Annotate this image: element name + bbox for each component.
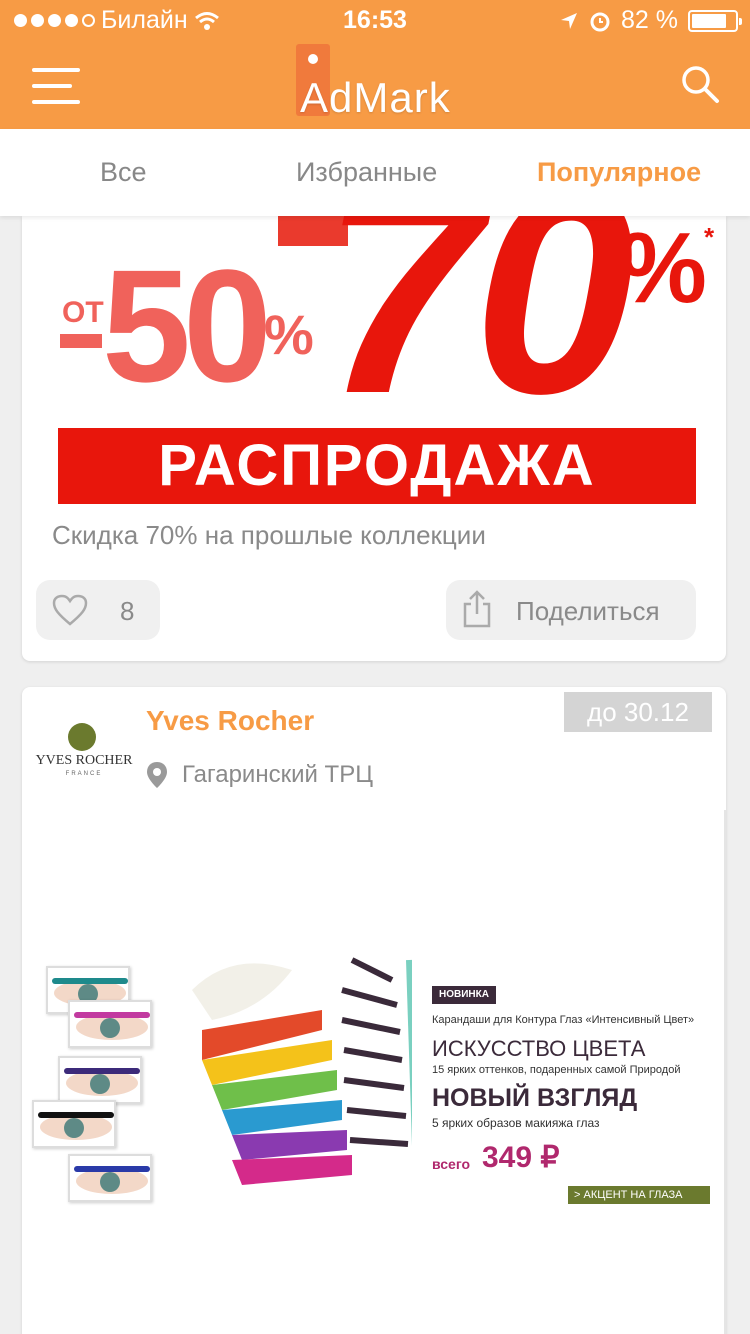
location-arrow-icon: [561, 12, 578, 29]
eye-makeup-image: [58, 1056, 142, 1104]
app-logo-text: AdMark: [300, 74, 451, 121]
like-count: 8: [120, 596, 135, 626]
tab-popular[interactable]: Популярное: [537, 157, 701, 188]
eye-makeup-image: [68, 1154, 152, 1202]
eye-makeup-image: [68, 1000, 152, 1048]
price-value: 349 ₽: [482, 1141, 560, 1174]
menu-icon[interactable]: [32, 68, 80, 104]
sale-banner: РАСПРОДАЖА: [58, 428, 696, 504]
brand-logo[interactable]: YVES ROCHER FRANCE: [32, 715, 136, 785]
new-product-badge: НОВИНКА: [432, 986, 496, 1004]
sale-big-percent: %: [618, 216, 707, 324]
post-caption: Скидка 70% на прошлые коллекции: [52, 520, 486, 550]
store-location[interactable]: Гагаринский ТРЦ: [182, 761, 373, 789]
brand-logo-text: YVES ROCHER: [35, 753, 133, 768]
battery-percent: 82 %: [621, 6, 678, 34]
sale-big-number: 70: [322, 216, 635, 454]
app-logo: AdMark: [296, 44, 466, 128]
share-label: Поделиться: [516, 596, 660, 626]
ad-subline-2: 5 ярких образов макияжа глаз: [432, 1116, 600, 1130]
share-button[interactable]: Поделиться: [446, 580, 696, 640]
share-icon: [463, 590, 491, 628]
status-right: 82 %: [559, 6, 742, 35]
leaf-logo-icon: [68, 723, 96, 751]
ad-subline: 15 ярких оттенков, подаренных самой Прир…: [432, 1064, 681, 1076]
post-card: 70 % * ОТ 50 % РАСПРОДАЖА Скидка 70% на …: [22, 216, 726, 661]
brand-logo-subtext: FRANCE: [65, 771, 103, 777]
sale-small-percent: %: [264, 303, 314, 366]
filter-tabs: Все Избранные Популярное: [0, 129, 750, 216]
like-button[interactable]: 8: [36, 580, 160, 640]
navigation-bar: AdMark: [0, 40, 750, 129]
post-card: YVES ROCHER FRANCE Yves Rocher Гагаринск…: [22, 687, 726, 1334]
heart-icon: [52, 594, 88, 626]
sale-dash: [60, 334, 102, 348]
ad-headline-2: НОВЫЙ ВЗГЛЯД: [432, 1084, 638, 1112]
battery-icon: [688, 9, 742, 32]
brand-name[interactable]: Yves Rocher: [146, 705, 314, 737]
sale-small-number: 50: [102, 236, 272, 415]
sale-from-label: ОТ: [62, 296, 104, 329]
tab-all[interactable]: Все: [100, 157, 147, 188]
ad-cta: > АКЦЕНТ НА ГЛАЗА: [568, 1186, 710, 1204]
search-icon[interactable]: [680, 64, 720, 104]
location-pin-icon: [147, 762, 167, 788]
price-label: всего: [432, 1156, 471, 1172]
valid-until-badge: до 30.12: [564, 692, 712, 732]
ad-product-line: Карандаши для Контура Глаз «Интенсивный …: [432, 1014, 695, 1026]
alarm-icon: [590, 12, 610, 31]
tab-favorites[interactable]: Избранные: [296, 157, 437, 188]
image-edge: [724, 810, 726, 1334]
post-image[interactable]: 70 % * ОТ 50 % РАСПРОДАЖА: [22, 216, 726, 506]
sale-asterisk: *: [704, 222, 715, 252]
status-bar: Билайн 16:53 82 %: [0, 0, 750, 40]
color-pencils-image: [192, 957, 412, 1185]
ad-headline: ИСКУССТВО ЦВЕТА: [432, 1036, 646, 1061]
post-image[interactable]: НОВИНКА Карандаши для Контура Глаз «Инте…: [22, 810, 726, 1334]
eye-makeup-image: [32, 1100, 116, 1148]
